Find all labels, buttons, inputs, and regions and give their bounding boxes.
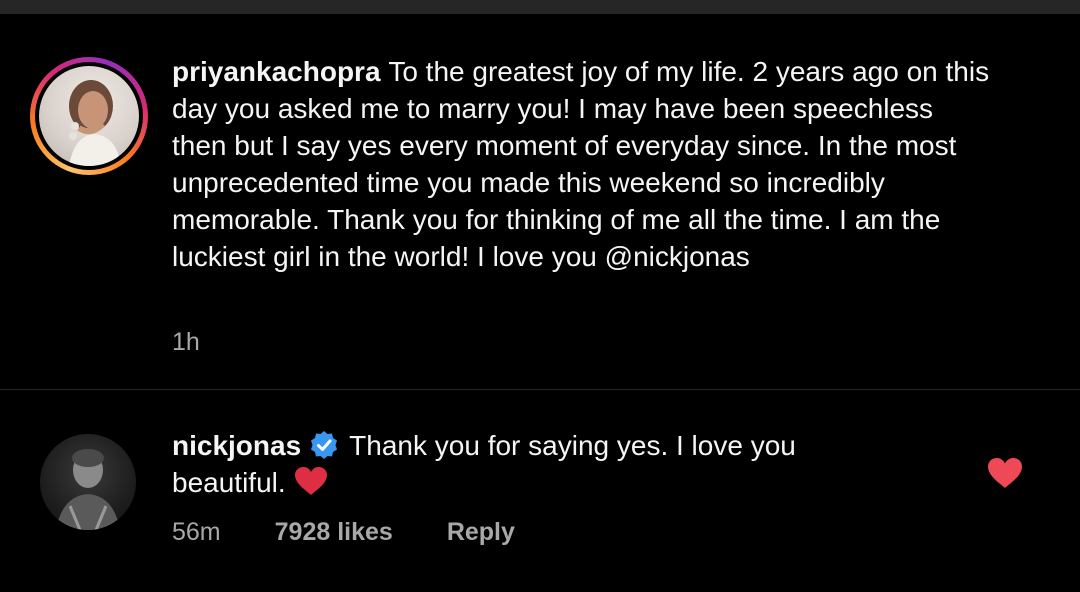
story-ring[interactable]	[30, 57, 148, 175]
heart-emoji-icon	[294, 467, 327, 495]
avatar[interactable]	[40, 434, 136, 530]
avatar-portrait-icon	[56, 449, 120, 530]
post-caption: priyankachopra To the greatest joy of my…	[0, 14, 1080, 388]
avatar[interactable]	[39, 66, 139, 166]
caption-body: To the greatest joy of my life. 2 years …	[172, 56, 990, 272]
comment-meta: 56m 7928 likes Reply	[172, 518, 515, 547]
mention-link[interactable]: @nickjonas	[605, 241, 750, 272]
comment-username[interactable]: nickjonas	[172, 430, 301, 461]
caption-text: priyankachopra To the greatest joy of my…	[172, 53, 992, 275]
caption-timestamp: 1h	[172, 328, 200, 356]
heart-icon	[988, 458, 1022, 488]
comment-timestamp: 56m	[172, 518, 221, 546]
reply-button[interactable]: Reply	[447, 518, 515, 547]
top-bar	[0, 0, 1080, 14]
avatar-portrait-icon	[69, 80, 121, 166]
comment-text: nickjonas Thank you for saying yes. I lo…	[172, 427, 872, 501]
verified-badge-icon	[311, 431, 338, 459]
caption-username[interactable]: priyankachopra	[172, 56, 388, 87]
comment-row: nickjonas Thank you for saying yes. I lo…	[0, 390, 1080, 592]
likes-count[interactable]: 7928 likes	[275, 518, 393, 547]
like-button[interactable]	[987, 457, 1023, 489]
